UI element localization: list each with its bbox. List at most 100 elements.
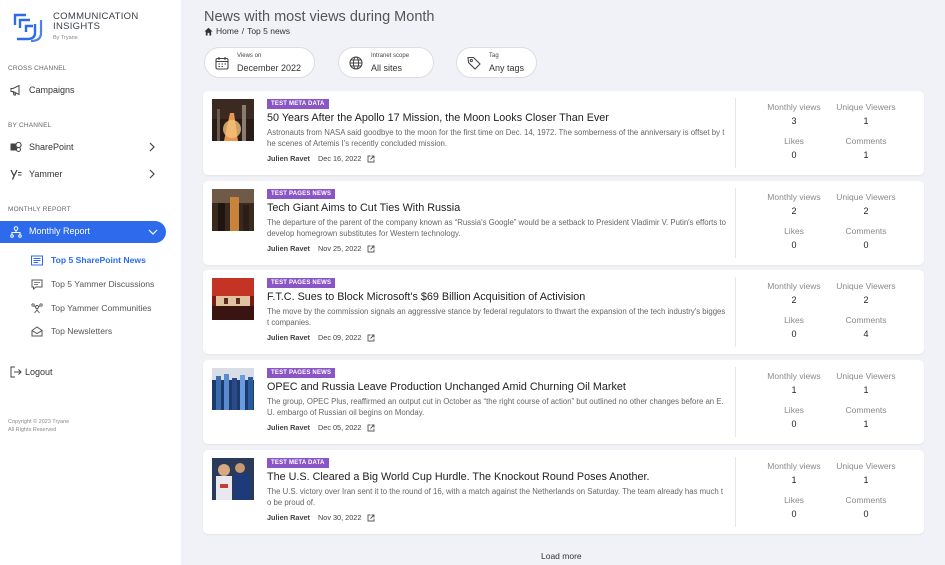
- stat-unique-viewers: Unique Viewers 2: [836, 192, 896, 216]
- tag-icon: [467, 56, 481, 70]
- stat-comments: Comments 0: [845, 226, 887, 250]
- communication-insights-logo-icon: [13, 13, 43, 42]
- filter-tag[interactable]: Tag Any tags: [456, 47, 537, 78]
- brand-subtitle: By Tryane: [53, 35, 78, 41]
- breadcrumb-separator: /: [241, 26, 245, 36]
- sidebar-item-label: Monthly Report: [29, 226, 91, 236]
- external-link-icon[interactable]: [367, 245, 375, 253]
- news-meta: Julien Ravet Dec 05, 2022: [267, 423, 375, 432]
- external-link-icon[interactable]: [367, 514, 375, 522]
- card-divider: [735, 188, 736, 258]
- sharepoint-icon: [10, 141, 22, 152]
- sub-item-top-newsletters[interactable]: Top Newsletters: [31, 324, 181, 340]
- filter-value: All sites: [371, 63, 403, 73]
- stat-comments: Comments 1: [845, 405, 887, 429]
- copyright: Copyright © 2023 Tryane All Rights Reser…: [8, 419, 70, 433]
- external-link-icon[interactable]: [367, 334, 375, 342]
- news-tag: TEST PAGES NEWS: [267, 368, 336, 378]
- logout-icon: [10, 366, 22, 378]
- stat-monthly-views: Monthly views 1: [767, 461, 821, 485]
- news-tag: TEST META DATA: [267, 458, 329, 468]
- community-icon: [31, 303, 43, 314]
- news-card[interactable]: TEST PAGES NEWS F.T.C. Sues to Block Mic…: [203, 270, 924, 354]
- filter-views-on[interactable]: Views on December 2022: [204, 47, 315, 78]
- sidebar-item-sharepoint[interactable]: SharePoint: [0, 136, 181, 158]
- breadcrumb-home[interactable]: Home: [216, 26, 239, 36]
- stat-monthly-views: Monthly views 2: [767, 192, 821, 216]
- news-date: Dec 16, 2022: [318, 154, 362, 163]
- news-title[interactable]: OPEC and Russia Leave Production Unchang…: [267, 381, 626, 393]
- news-meta: Julien Ravet Dec 09, 2022: [267, 333, 375, 342]
- news-author: Julien Ravet: [267, 513, 310, 522]
- news-date: Dec 05, 2022: [318, 423, 362, 432]
- logout-button[interactable]: Logout: [0, 361, 181, 383]
- news-thumbnail[interactable]: [212, 189, 254, 231]
- news-date: Nov 30, 2022: [318, 513, 362, 522]
- card-divider: [735, 457, 736, 527]
- sub-item-top-yammer-discussions[interactable]: Top 5 Yammer Discussions: [31, 277, 181, 293]
- news-description: Astronauts from NASA said goodbye to the…: [267, 128, 725, 148]
- card-divider: [735, 98, 736, 168]
- home-icon[interactable]: [204, 27, 213, 36]
- chevron-down-icon[interactable]: [148, 228, 158, 236]
- news-title[interactable]: Tech Giant Aims to Cut Ties With Russia: [267, 202, 460, 214]
- news-card[interactable]: TEST META DATA The U.S. Cleared a Big Wo…: [203, 450, 924, 534]
- chevron-right-icon[interactable]: [148, 142, 156, 152]
- stat-likes: Likes 0: [784, 405, 804, 429]
- sub-item-top-yammer-communities[interactable]: Top Yammer Communities: [31, 301, 181, 317]
- external-link-icon[interactable]: [367, 155, 375, 163]
- section-label-monthly-report: MONTHLY REPORT: [8, 206, 71, 213]
- card-divider: [735, 367, 736, 437]
- sidebar-item-campaigns[interactable]: Campaigns: [0, 79, 181, 101]
- news-card[interactable]: TEST META DATA 50 Years After the Apollo…: [203, 91, 924, 175]
- news-thumbnail[interactable]: [212, 458, 254, 500]
- news-meta: Julien Ravet Nov 30, 2022: [267, 513, 375, 522]
- chat-bubble-icon: [31, 279, 43, 290]
- stat-unique-viewers: Unique Viewers 1: [836, 102, 896, 126]
- stat-likes: Likes 0: [784, 136, 804, 160]
- news-author: Julien Ravet: [267, 423, 310, 432]
- globe-icon: [349, 56, 363, 70]
- news-meta: Julien Ravet Dec 16, 2022: [267, 154, 375, 163]
- news-card[interactable]: TEST PAGES NEWS Tech Giant Aims to Cut T…: [203, 181, 924, 265]
- sidebar-item-label: SharePoint: [29, 142, 74, 152]
- filter-label: Tag: [489, 53, 499, 59]
- sub-item-top-sharepoint-news[interactable]: Top 5 SharePoint News: [31, 253, 181, 269]
- filter-value: December 2022: [237, 63, 302, 73]
- filter-intranet-scope[interactable]: Intranet scope All sites: [338, 47, 434, 78]
- news-thumbnail[interactable]: [212, 368, 254, 410]
- news-title[interactable]: 50 Years After the Apollo 17 Mission, th…: [267, 112, 609, 124]
- news-description: The move by the commission signals an ag…: [267, 307, 726, 327]
- sidebar-item-yammer[interactable]: Yammer: [0, 163, 181, 185]
- news-card[interactable]: TEST PAGES NEWS OPEC and Russia Leave Pr…: [203, 360, 924, 444]
- megaphone-icon: [10, 84, 20, 96]
- news-date: Dec 09, 2022: [318, 333, 362, 342]
- filter-label: Views on: [237, 53, 262, 59]
- newspaper-icon: [31, 255, 43, 266]
- sidebar: COMMUNICATION INSIGHTS By Tryane CROSS C…: [0, 0, 181, 565]
- news-thumbnail[interactable]: [212, 99, 254, 141]
- external-link-icon[interactable]: [367, 424, 375, 432]
- stat-comments: Comments 0: [845, 495, 887, 519]
- stat-monthly-views: Monthly views 1: [767, 371, 821, 395]
- sidebar-item-monthly-report[interactable]: Monthly Report: [0, 221, 166, 243]
- news-meta: Julien Ravet Nov 25, 2022: [267, 244, 375, 253]
- yammer-icon: [10, 169, 22, 180]
- news-title[interactable]: The U.S. Cleared a Big World Cup Hurdle.…: [267, 471, 650, 483]
- sidebar-item-label: Campaigns: [29, 85, 75, 95]
- hierarchy-icon: [10, 226, 22, 238]
- sub-item-label: Top 5 Yammer Discussions: [51, 279, 155, 289]
- news-thumbnail[interactable]: [212, 278, 254, 320]
- brand[interactable]: COMMUNICATION INSIGHTS By Tryane: [13, 11, 181, 45]
- stat-likes: Likes 0: [784, 226, 804, 250]
- chevron-right-icon[interactable]: [148, 169, 156, 179]
- news-author: Julien Ravet: [267, 154, 310, 163]
- card-divider: [735, 277, 736, 347]
- news-title[interactable]: F.T.C. Sues to Block Microsoft's $69 Bil…: [267, 291, 585, 303]
- logout-label: Logout: [25, 367, 53, 377]
- breadcrumb-current: Top 5 news: [247, 26, 291, 36]
- news-description: The departure of the parent of the compa…: [267, 218, 726, 238]
- stat-monthly-views: Monthly views 2: [767, 281, 821, 305]
- load-more-button[interactable]: Load more: [541, 551, 582, 561]
- news-tag: TEST PAGES NEWS: [267, 278, 336, 288]
